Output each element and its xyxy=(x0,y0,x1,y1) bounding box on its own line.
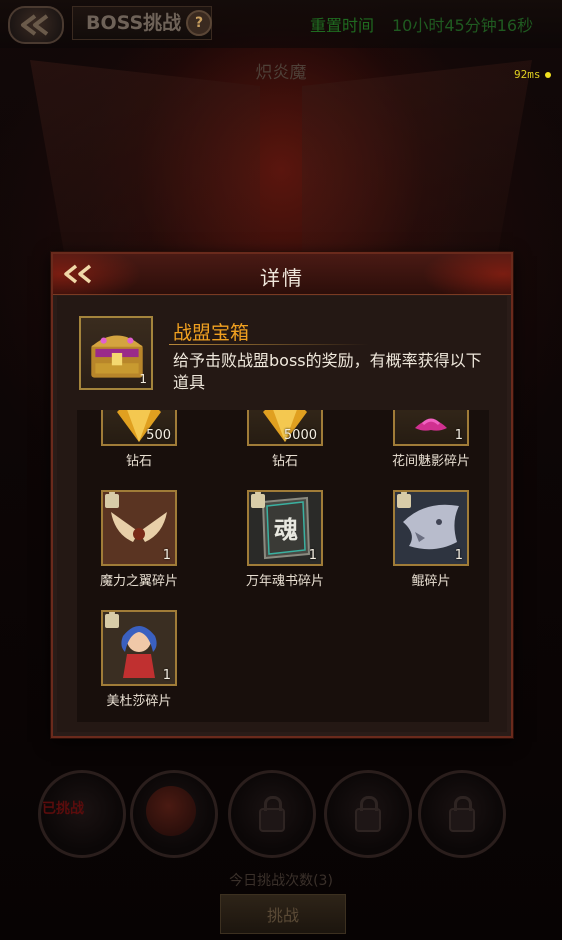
reward-frame: 1 xyxy=(393,490,469,566)
reset-time-label: 重置时间 xyxy=(310,16,375,35)
ping-readout: 92ms xyxy=(514,68,541,81)
reward-item[interactable]: 魂 1 万年魂书碎片 xyxy=(223,490,363,606)
boss-slot-3[interactable] xyxy=(228,770,316,858)
reward-item[interactable]: 1 魔力之翼碎片 xyxy=(77,490,217,606)
dialog-header: 详情 xyxy=(53,254,511,295)
reward-count: 1 xyxy=(454,548,463,563)
reward-count: 1 xyxy=(162,548,171,563)
reward-count: 1 xyxy=(454,428,463,443)
reset-time-value: 10小时45分钟16秒 xyxy=(392,16,534,35)
back-button[interactable] xyxy=(8,6,64,44)
soul-glyph: 魂 xyxy=(274,516,298,544)
lock-icon xyxy=(449,796,475,832)
item-name: 战盟宝箱 xyxy=(173,322,250,344)
reward-frame: 5000 xyxy=(247,410,323,446)
reward-count: 1 xyxy=(162,668,171,683)
item-description: 给予击败战盟boss的奖励，有概率获得以下道具 xyxy=(173,351,482,392)
detail-dialog: 详情 1 战盟宝箱 给予击败战盟boss的奖励，有概率获得以下道具 500 钻石… xyxy=(51,252,513,738)
boss-slot-5[interactable] xyxy=(418,770,506,858)
fragment-puzzle-icon xyxy=(105,612,119,628)
page-title: BOSS挑战 xyxy=(86,12,182,34)
reward-frame: 1 xyxy=(101,490,177,566)
reward-label: 钻石 xyxy=(271,454,298,469)
reward-label: 鲲碎片 xyxy=(411,574,451,589)
fragment-puzzle-icon xyxy=(251,492,265,508)
fragment-puzzle-icon xyxy=(105,492,119,508)
reward-label: 万年魂书碎片 xyxy=(245,574,324,589)
reward-count: 500 xyxy=(146,428,171,443)
challenge-button[interactable]: 挑战 xyxy=(220,894,346,934)
boss-slot-portrait xyxy=(146,786,196,836)
reward-frame: 1 xyxy=(101,610,177,686)
reward-item[interactable]: 1 美杜莎碎片 xyxy=(77,610,217,722)
reward-item[interactable]: 500 钻石 xyxy=(77,410,217,486)
boss-slot-4[interactable] xyxy=(324,770,412,858)
lock-icon xyxy=(355,796,381,832)
dialog-body: 1 战盟宝箱 给予击败战盟boss的奖励，有概率获得以下道具 500 钻石 50… xyxy=(57,296,507,732)
item-count: 1 xyxy=(139,372,147,386)
reward-item[interactable]: 1 花间魅影碎片 xyxy=(369,410,489,486)
reward-label: 魔力之翼碎片 xyxy=(99,574,178,589)
reward-count: 1 xyxy=(308,548,317,563)
reward-frame: 1 xyxy=(393,410,469,446)
treasure-chest-slot: 1 xyxy=(79,316,153,390)
name-divider xyxy=(169,344,369,345)
reward-item[interactable]: 5000 钻石 xyxy=(223,410,363,486)
lock-icon xyxy=(259,796,285,832)
reward-label: 钻石 xyxy=(125,454,152,469)
reward-frame: 魂 1 xyxy=(247,490,323,566)
boss-slot-status: 已挑战 xyxy=(42,801,84,817)
reward-label: 美杜莎碎片 xyxy=(106,694,172,709)
daily-challenge-count: 今日挑战次数(3) xyxy=(229,873,333,889)
ping-indicator-icon xyxy=(545,72,551,78)
back-arrow-icon xyxy=(21,14,49,36)
reward-list[interactable]: 500 钻石 5000 钻石 1 花间魅影碎片 1 魔力之翼碎片 魂 1 万年魂… xyxy=(77,410,489,722)
dialog-title: 详情 xyxy=(260,266,304,290)
boss-name: 炽炎魔 xyxy=(255,63,307,83)
reward-label: 花间魅影碎片 xyxy=(391,454,470,469)
fragment-puzzle-icon xyxy=(397,492,411,508)
help-icon[interactable]: ? xyxy=(186,10,212,36)
reward-item[interactable]: 1 鲲碎片 xyxy=(369,490,489,606)
reward-count: 5000 xyxy=(283,428,317,443)
reward-frame: 500 xyxy=(101,410,177,446)
